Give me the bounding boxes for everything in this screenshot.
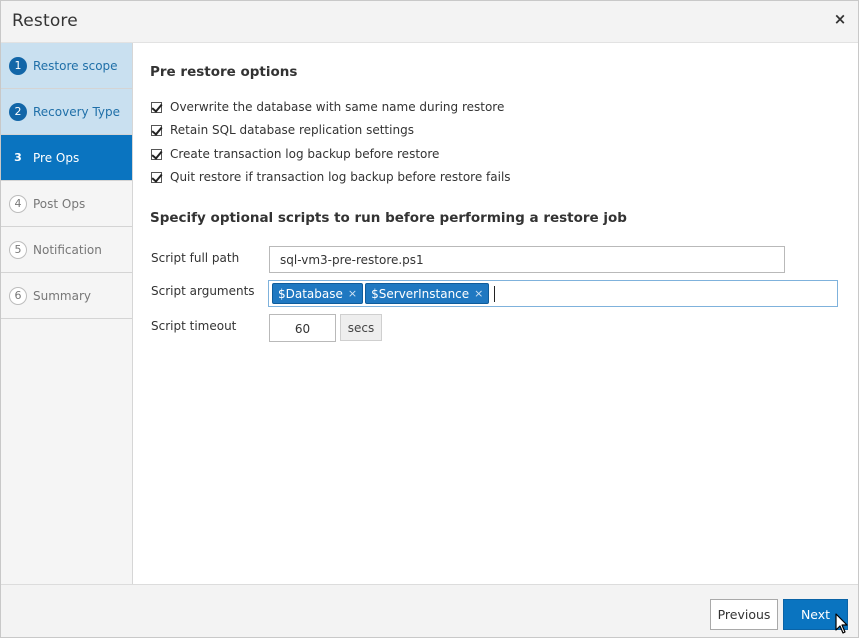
step-number: 6 <box>9 286 27 305</box>
step-pre-ops[interactable]: 3 Pre Ops <box>1 135 132 181</box>
script-timeout-label: Script timeout <box>151 319 237 333</box>
script-arguments-label: Script arguments <box>151 284 255 298</box>
tag-label: $ServerInstance <box>371 286 470 301</box>
argument-tag: $Database × <box>272 283 364 304</box>
wizard-steps: 1 Restore scope 2 Recovery Type 3 Pre Op… <box>1 43 133 584</box>
step-notification[interactable]: 5 Notification <box>1 227 132 273</box>
option-label: Retain SQL database replication settings <box>170 123 414 137</box>
step-number: 3 <box>14 151 22 164</box>
checkbox-checked-icon[interactable] <box>151 148 162 160</box>
mouse-pointer-icon <box>835 613 848 634</box>
restore-dialog: Restore × 1 Restore scope 2 Recovery Typ… <box>0 0 859 638</box>
step-label: Pre Ops <box>33 150 80 165</box>
argument-tag: $ServerInstance × <box>365 283 490 304</box>
step-number: 2 <box>9 102 27 121</box>
step-number: 1 <box>9 56 27 75</box>
previous-button[interactable]: Previous <box>710 599 778 630</box>
step-post-ops[interactable]: 4 Post Ops <box>1 181 132 227</box>
step-label: Restore scope <box>33 58 118 73</box>
timeout-unit-addon: secs <box>340 314 382 341</box>
step-number: 5 <box>9 240 27 259</box>
script-timeout-input[interactable]: 60 <box>269 314 336 342</box>
checkbox-checked-icon[interactable] <box>151 124 162 136</box>
step-label: Post Ops <box>33 196 86 211</box>
option-retain-replication: Retain SQL database replication settings <box>151 123 414 137</box>
script-arguments-input[interactable]: $Database × $ServerInstance × <box>268 280 838 307</box>
step-label: Notification <box>33 242 102 257</box>
step-number: 4 <box>9 194 27 213</box>
option-label: Overwrite the database with same name du… <box>170 100 505 114</box>
option-label: Quit restore if transaction log backup b… <box>170 170 511 184</box>
step-label: Recovery Type <box>33 104 121 119</box>
title-bar: Restore × <box>1 1 858 43</box>
dialog-footer: Previous Next <box>1 584 858 637</box>
dialog-title: Restore <box>12 11 78 31</box>
step-recovery-type[interactable]: 2 Recovery Type <box>1 89 132 135</box>
step-restore-scope[interactable]: 1 Restore scope <box>1 43 132 89</box>
step-summary[interactable]: 6 Summary <box>1 273 132 319</box>
remove-tag-icon[interactable]: × <box>348 287 357 300</box>
pre-restore-heading: Pre restore options <box>150 64 298 80</box>
script-path-input[interactable]: sql-vm3-pre-restore.ps1 <box>269 246 785 273</box>
close-icon[interactable]: × <box>832 11 848 27</box>
step-content: Pre restore options Overwrite the databa… <box>134 43 858 584</box>
text-caret <box>494 285 496 302</box>
script-path-label: Script full path <box>151 251 240 265</box>
tag-label: $Database <box>278 286 343 301</box>
checkbox-checked-icon[interactable] <box>151 101 162 113</box>
option-log-backup: Create transaction log backup before res… <box>151 147 439 161</box>
step-label: Summary <box>33 288 91 303</box>
option-overwrite-database: Overwrite the database with same name du… <box>151 100 504 114</box>
remove-tag-icon[interactable]: × <box>474 287 483 300</box>
option-label: Create transaction log backup before res… <box>170 147 440 161</box>
scripts-heading: Specify optional scripts to run before p… <box>150 210 627 226</box>
option-quit-on-failure: Quit restore if transaction log backup b… <box>151 170 511 184</box>
checkbox-checked-icon[interactable] <box>151 171 162 183</box>
